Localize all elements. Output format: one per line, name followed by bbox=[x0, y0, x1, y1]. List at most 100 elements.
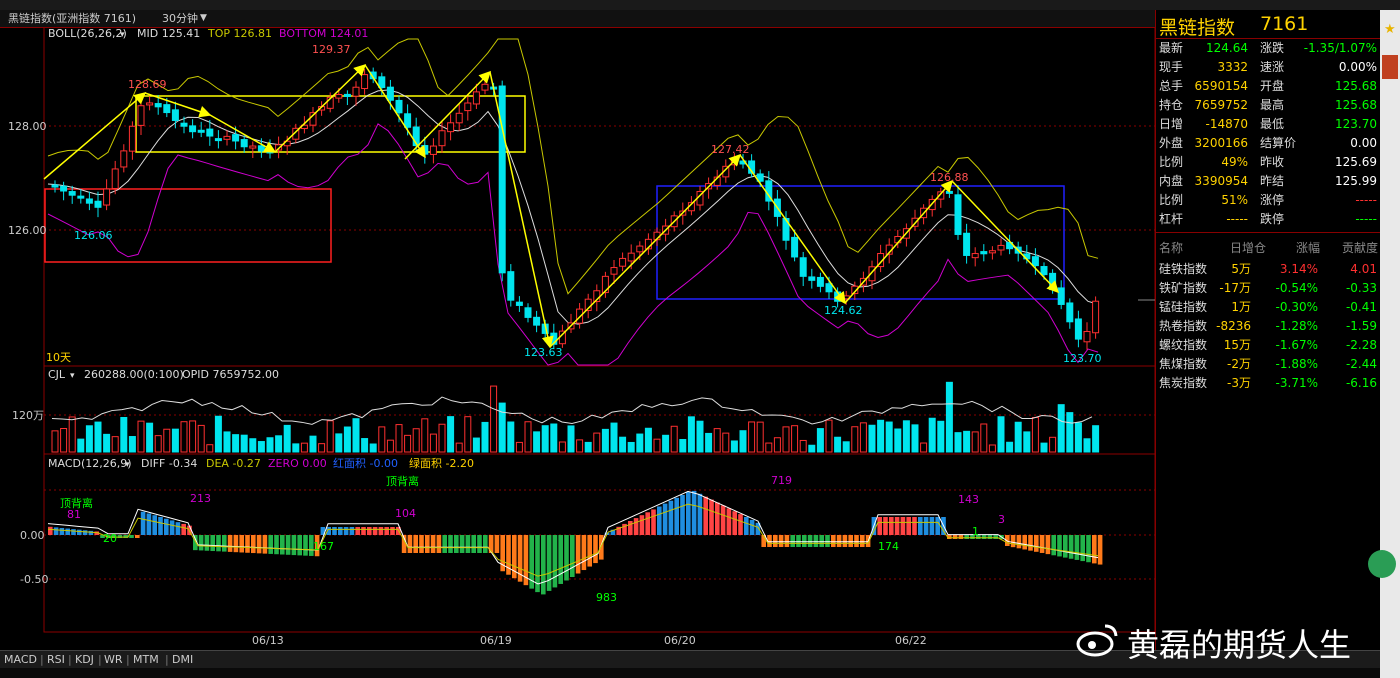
volume-bar bbox=[687, 416, 695, 453]
volume-bar bbox=[748, 421, 756, 453]
volume-bar bbox=[791, 425, 799, 453]
macd-bar bbox=[1034, 535, 1039, 552]
sector-inc: -8236 bbox=[1216, 319, 1251, 333]
float-button-icon[interactable] bbox=[1368, 550, 1396, 578]
macd-bar bbox=[645, 512, 650, 535]
period-selector[interactable]: 30分钟 bbox=[162, 10, 198, 27]
kline-chart[interactable]: BOLL(26,26,2) MID 125.41 TOP 126.81 BOTT… bbox=[0, 27, 1155, 650]
volume-bar bbox=[120, 417, 128, 453]
tab-wr[interactable]: WR bbox=[104, 653, 123, 666]
candle-body bbox=[1066, 302, 1074, 323]
chevron-down-icon[interactable]: ▾ bbox=[125, 460, 130, 470]
volume-bar bbox=[292, 443, 300, 453]
volume-bar bbox=[481, 421, 489, 453]
sector-name: 铁矿指数 bbox=[1159, 281, 1208, 295]
side-strip: ★ bbox=[1368, 10, 1400, 678]
volume-bar bbox=[421, 418, 429, 453]
candle-body bbox=[1074, 318, 1082, 340]
macd-bar bbox=[88, 530, 94, 535]
sector-inc: 15万 bbox=[1223, 338, 1251, 352]
tab-kdj[interactable]: KDJ bbox=[75, 653, 94, 666]
boll-bottom: BOTTOM 124.01 bbox=[279, 27, 368, 40]
macd-bar bbox=[262, 535, 268, 554]
sector-name: 锰硅指数 bbox=[1159, 300, 1208, 314]
candle-body bbox=[963, 232, 971, 256]
sector-row[interactable]: 焦煤指数 -2万 -1.88% -2.44 bbox=[1156, 355, 1381, 374]
sector-row[interactable]: 热卷指数 -8236 -1.28% -1.59 bbox=[1156, 317, 1381, 336]
volume-bar bbox=[369, 443, 377, 453]
macd-bar bbox=[796, 535, 801, 547]
sector-chg: -1.88% bbox=[1275, 357, 1318, 371]
tab-rsi[interactable]: RSI bbox=[47, 653, 65, 666]
quote-value: 125.99 bbox=[1335, 174, 1377, 188]
tab-mtm[interactable]: MTM bbox=[133, 653, 159, 666]
tab-dmi[interactable]: DMI bbox=[172, 653, 193, 666]
macd-bar bbox=[251, 535, 256, 554]
candle-body bbox=[498, 85, 506, 274]
candle-body bbox=[816, 276, 824, 287]
quote-label: 现手 bbox=[1159, 60, 1184, 74]
macd-bar bbox=[703, 496, 708, 535]
macd-bar bbox=[135, 535, 140, 538]
volume-bar bbox=[541, 425, 549, 453]
volume-bar bbox=[1031, 416, 1039, 453]
volume-bar bbox=[1014, 421, 1022, 453]
quote-value: 49% bbox=[1221, 155, 1248, 169]
candle-body bbox=[206, 128, 214, 137]
sector-row[interactable]: 锰硅指数 1万 -0.30% -0.41 bbox=[1156, 298, 1381, 317]
quote-label: 持仓 bbox=[1159, 98, 1184, 112]
volume-bar bbox=[361, 438, 369, 453]
tab-macd[interactable]: MACD bbox=[4, 653, 37, 666]
candle-body bbox=[1040, 266, 1048, 276]
macd-bar bbox=[680, 494, 685, 535]
macd-bar bbox=[686, 492, 691, 535]
sector-row[interactable]: 硅铁指数 5万 3.14% 4.01 bbox=[1156, 260, 1381, 279]
volume-bar bbox=[782, 426, 790, 453]
volume-value: 260288.00(0:100) bbox=[84, 368, 184, 381]
macd-bar bbox=[657, 506, 662, 535]
candle-body bbox=[249, 145, 257, 149]
candle-body bbox=[980, 251, 988, 255]
bookmark-icon[interactable] bbox=[1382, 55, 1398, 79]
macd-bar bbox=[674, 497, 679, 535]
candle-body bbox=[378, 76, 386, 89]
volume-bar bbox=[85, 425, 93, 453]
chevron-down-icon[interactable]: ▾ bbox=[70, 371, 75, 381]
quote-row: 杠杆 ----- 跌停 ----- bbox=[1156, 210, 1381, 229]
volume-bar bbox=[971, 431, 979, 453]
macd-bar bbox=[280, 535, 285, 555]
volume-bar bbox=[619, 436, 627, 453]
volume-bar bbox=[937, 420, 945, 453]
volume-bar bbox=[920, 442, 928, 453]
star-icon[interactable]: ★ bbox=[1384, 22, 1396, 37]
quote-row: 外盘 3200166 结算价 0.00 bbox=[1156, 134, 1381, 153]
candle-body bbox=[128, 125, 136, 152]
volume-bar bbox=[438, 423, 446, 453]
volume-bar bbox=[705, 432, 713, 453]
quote-row: 日增 -14870 最低 123.70 bbox=[1156, 115, 1381, 134]
divergence-note: 顶背离 bbox=[386, 474, 419, 488]
macd-bar bbox=[355, 527, 360, 535]
chevron-down-icon[interactable]: ▼ bbox=[200, 10, 207, 27]
volume-bar bbox=[1006, 441, 1014, 453]
macd-bar bbox=[836, 535, 842, 547]
candle-body bbox=[533, 316, 541, 326]
candle-body bbox=[352, 86, 360, 97]
candle-body bbox=[799, 257, 807, 277]
macd-bar bbox=[575, 535, 581, 574]
candle-body bbox=[386, 86, 394, 101]
sector-row[interactable]: 铁矿指数 -17万 -0.54% -0.33 bbox=[1156, 279, 1381, 298]
chevron-down-icon[interactable]: ▾ bbox=[120, 30, 125, 40]
volume-bar bbox=[963, 430, 971, 453]
volume-bar bbox=[326, 420, 334, 453]
quote-value: 124.64 bbox=[1206, 41, 1248, 55]
sector-row[interactable]: 焦炭指数 -3万 -3.71% -6.16 bbox=[1156, 374, 1381, 393]
volume-bar bbox=[490, 385, 498, 453]
macd-bar bbox=[448, 535, 453, 553]
macd-bar bbox=[981, 535, 987, 539]
sector-name: 焦煤指数 bbox=[1159, 357, 1208, 371]
macd-bar bbox=[436, 535, 442, 553]
volume-bar bbox=[1023, 431, 1031, 453]
macd-bar bbox=[198, 535, 204, 551]
sector-row[interactable]: 螺纹指数 15万 -1.67% -2.28 bbox=[1156, 336, 1381, 355]
